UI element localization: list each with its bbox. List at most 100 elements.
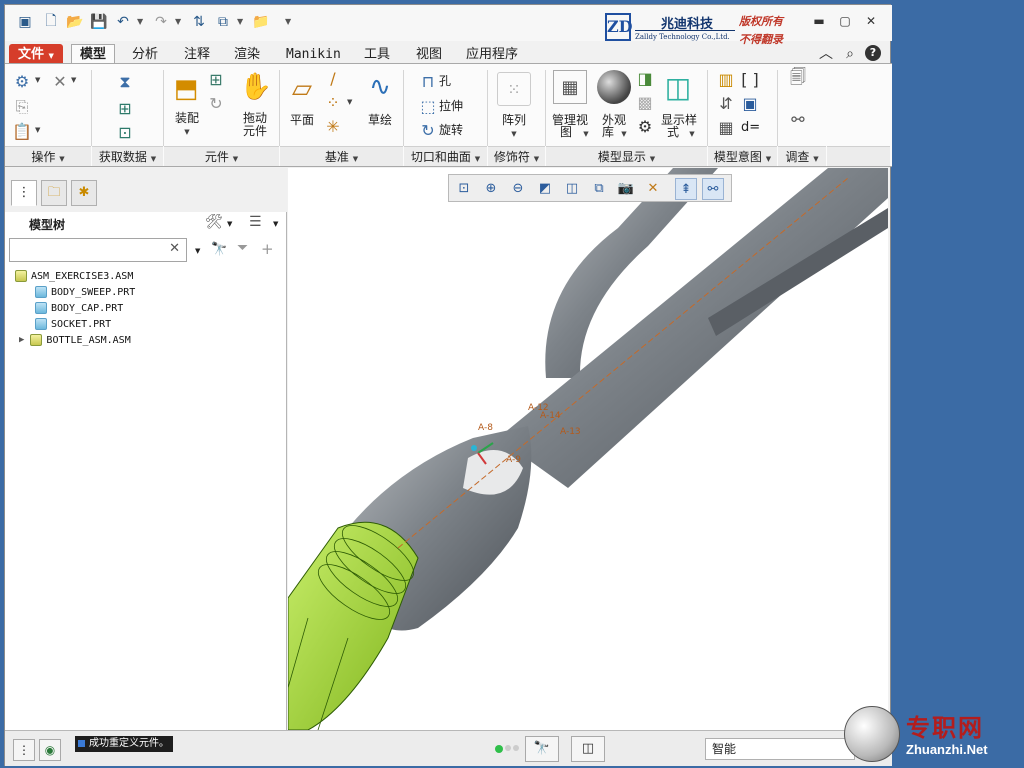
show-icon[interactable]: ☰ xyxy=(249,214,262,230)
folder-browser-tab-icon[interactable]: 🗀 xyxy=(41,180,67,206)
table-icon[interactable]: ▦ xyxy=(717,118,735,137)
windows-icon[interactable]: ⧉ xyxy=(213,12,233,32)
regenerate-dropdown-icon[interactable]: ▼ xyxy=(35,76,40,84)
regenerate-icon[interactable]: ⇅ xyxy=(189,12,209,32)
search-icon[interactable]: ⌕ xyxy=(841,45,859,63)
customize-toolbar-icon[interactable]: ▼ xyxy=(285,17,291,26)
drag-components-icon[interactable]: ✋ xyxy=(239,70,273,104)
axis-icon[interactable]: / xyxy=(325,69,341,88)
switch-dimensions-icon[interactable]: ⇵ xyxy=(717,94,735,113)
view-manager-icon[interactable]: 📷 xyxy=(615,178,637,200)
paste-dropdown-icon[interactable]: ▼ xyxy=(35,126,40,134)
coordinate-system-icon[interactable]: ✳ xyxy=(325,117,341,136)
relations-icon[interactable]: ▣ xyxy=(741,94,759,113)
browser-toggle-icon[interactable]: ◉ xyxy=(39,739,61,761)
undo-icon[interactable]: ↶ xyxy=(113,12,133,32)
spin-center-icon[interactable]: ⇞ xyxy=(675,178,697,200)
section-icon[interactable]: ◨ xyxy=(637,69,653,88)
group-investigate[interactable]: 调查 ▼ xyxy=(778,146,826,166)
collapse-ribbon-icon[interactable]: ︿ xyxy=(817,45,835,63)
model-3d-view[interactable]: A-12 A-14 A-8 A-9 A-13 xyxy=(288,168,888,730)
display-style-icon[interactable]: ◫ xyxy=(661,70,695,104)
assemble-icon[interactable]: ⬒ xyxy=(169,72,203,106)
model-tree-search-input[interactable]: ✕ xyxy=(9,238,187,262)
saved-views-icon[interactable]: ⧉ xyxy=(588,178,610,200)
tree-node-part[interactable]: BODY_CAP.PRT xyxy=(35,300,123,316)
user-defined-feature-icon[interactable]: ⧗ xyxy=(115,72,135,92)
close-icon[interactable]: ✕ xyxy=(863,13,879,29)
zoom-in-icon[interactable]: ⊕ xyxy=(480,178,502,200)
save-icon[interactable]: 💾 xyxy=(89,12,109,32)
selection-filter-select[interactable]: 智能 xyxy=(705,738,855,760)
settings-dropdown-icon[interactable]: ▼ xyxy=(227,220,232,228)
tab-file[interactable]: 文件 ▼ xyxy=(9,44,63,64)
hole-icon[interactable]: ⊓ xyxy=(419,72,437,91)
point-dropdown-icon[interactable]: ▼ xyxy=(347,98,352,106)
group-modifiers[interactable]: 修饰符 ▼ xyxy=(488,146,545,166)
copy-geometry-icon[interactable]: ⊞ xyxy=(115,98,135,118)
model-tree-tab-icon[interactable]: ⋮ xyxy=(11,180,37,206)
repaint-icon[interactable]: ◩ xyxy=(534,178,556,200)
tab-model[interactable]: 模型 xyxy=(71,44,116,64)
search-dropdown-icon[interactable]: ▼ xyxy=(195,247,200,255)
display-style-dropdown-icon[interactable]: ▼ xyxy=(687,128,697,141)
graphics-viewport[interactable]: A-12 A-14 A-8 A-9 A-13 ⊡ ⊕ ⊖ ◩ ◫ ⧉ 📷 ✕ ⇞… xyxy=(288,168,888,730)
selection-button[interactable]: ◫ xyxy=(571,736,605,762)
redo-icon[interactable]: ↷ xyxy=(151,12,171,32)
display-style-icon[interactable]: ◫ xyxy=(561,178,583,200)
assemble-dropdown-icon[interactable]: ▼ xyxy=(181,126,193,139)
windows-dropdown-icon[interactable]: ▼ xyxy=(237,17,243,26)
datum-display-icon[interactable]: ✕ xyxy=(642,178,664,200)
tab-analysis[interactable]: 分析 xyxy=(123,44,167,64)
zoom-out-icon[interactable]: ⊖ xyxy=(507,178,529,200)
parameters-icon[interactable]: [ ] xyxy=(741,70,759,89)
display-settings-icon[interactable]: ⚙ xyxy=(637,117,653,136)
plane-icon[interactable]: ▱ xyxy=(285,72,319,106)
pattern-dropdown-icon[interactable]: ▼ xyxy=(508,128,520,141)
new-file-icon[interactable]: 🗋 xyxy=(41,12,61,32)
find-button[interactable]: 🔭 xyxy=(525,736,559,762)
tree-node-root[interactable]: ASM_EXERCISE3.ASM xyxy=(15,268,133,284)
minimize-icon[interactable]: ▬ xyxy=(811,13,827,29)
sketch-icon[interactable]: ∿ xyxy=(363,70,397,104)
tab-render[interactable]: 渲染 xyxy=(225,44,269,64)
revolve-icon[interactable]: ↻ xyxy=(419,121,437,140)
pattern-icon[interactable]: ⁙ xyxy=(497,72,531,106)
regenerate-icon[interactable]: ⚙ xyxy=(13,72,31,91)
refit-icon[interactable]: ⊡ xyxy=(453,178,475,200)
tab-tools[interactable]: 工具 xyxy=(355,44,399,64)
shrinkwrap-icon[interactable]: ⊡ xyxy=(115,122,135,142)
manage-views-dropdown-icon[interactable]: ▼ xyxy=(581,128,591,141)
perspective-icon[interactable]: ▩ xyxy=(637,93,653,112)
tab-view[interactable]: 视图 xyxy=(407,44,451,64)
appearance-gallery-icon[interactable]: ● xyxy=(597,70,631,104)
undo-dropdown-icon[interactable]: ▼ xyxy=(137,17,143,26)
extrude-icon[interactable]: ⬚ xyxy=(419,97,437,116)
navigator-toggle-icon[interactable]: ⋮ xyxy=(13,739,35,761)
tree-node-subassembly[interactable]: ▶ BOTTLE_ASM.ASM xyxy=(19,332,131,348)
tree-node-part[interactable]: SOCKET.PRT xyxy=(35,316,111,332)
repeat-icon[interactable]: ↻ xyxy=(207,94,225,113)
clear-search-icon[interactable]: ✕ xyxy=(169,241,180,256)
delete-dropdown-icon[interactable]: ▼ xyxy=(71,76,76,84)
group-model-intent[interactable]: 模型意图 ▼ xyxy=(708,146,777,166)
redo-dropdown-icon[interactable]: ▼ xyxy=(175,17,181,26)
maximize-icon[interactable]: ▢ xyxy=(837,13,853,29)
tab-applications[interactable]: 应用程序 xyxy=(457,44,527,64)
group-get-data[interactable]: 获取数据 ▼ xyxy=(92,146,163,166)
copy-icon[interactable]: ⎘ xyxy=(13,97,31,116)
help-icon[interactable]: ? xyxy=(865,45,881,61)
paste-icon[interactable]: 📋 xyxy=(12,122,32,141)
favorites-tab-icon[interactable]: ✱ xyxy=(71,180,97,206)
expand-arrow-icon[interactable]: ▶ xyxy=(19,335,24,345)
group-component[interactable]: 元件 ▼ xyxy=(164,146,279,166)
close-window-icon[interactable]: 📁 xyxy=(251,12,271,32)
app-logo-icon[interactable]: ▣ xyxy=(15,12,35,32)
open-folder-icon[interactable]: 📂 xyxy=(65,12,85,32)
reference-viewer-icon[interactable]: ⚯ xyxy=(789,110,807,129)
show-dropdown-icon[interactable]: ▼ xyxy=(273,220,278,228)
settings-icon[interactable]: 🛠 xyxy=(205,214,223,230)
group-operations[interactable]: 操作 ▼ xyxy=(5,146,91,166)
manage-views-icon[interactable]: ▦ xyxy=(553,70,587,104)
find-icon[interactable]: 🔭 xyxy=(211,242,227,257)
